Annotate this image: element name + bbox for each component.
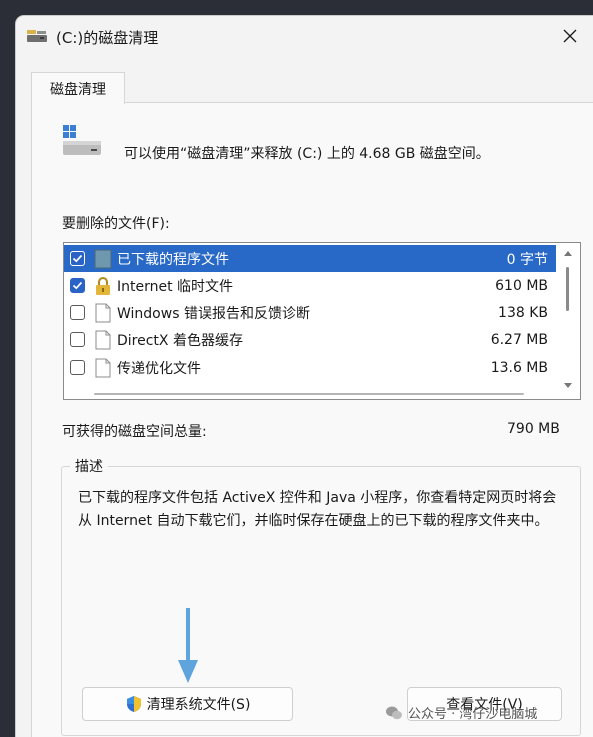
list-item[interactable]: 传递优化文件 13.6 MB bbox=[64, 354, 556, 381]
window-title: (C:)的磁盘清理 bbox=[56, 29, 159, 47]
list-item[interactable]: DirectX 着色器缓存 6.27 MB bbox=[64, 326, 556, 353]
item-size: 6.27 MB bbox=[490, 331, 548, 348]
item-name: Windows 错误报告和反馈诊断 bbox=[117, 305, 310, 322]
intro-text: 可以使用“磁盘清理”来释放 (C:) 上的 4.68 GB 磁盘空间。 bbox=[124, 146, 490, 162]
scroll-up-arrow-icon[interactable] bbox=[564, 251, 572, 256]
tab-disk-cleanup[interactable]: 磁盘清理 bbox=[31, 72, 125, 104]
close-button[interactable] bbox=[547, 16, 593, 56]
scroll-thumb[interactable] bbox=[566, 267, 569, 311]
files-to-delete-list[interactable]: 已下载的程序文件 0 字节 Internet 临时文件 610 MB Windo… bbox=[63, 242, 581, 400]
horizontal-scrollbar[interactable] bbox=[64, 389, 556, 399]
tab-panel: 可以使用“磁盘清理”来释放 (C:) 上的 4.68 GB 磁盘空间。 要删除的… bbox=[31, 102, 593, 737]
files-to-delete-label: 要删除的文件(F): bbox=[62, 216, 170, 232]
checkmark-icon bbox=[72, 254, 83, 263]
scroll-down-arrow-icon[interactable] bbox=[564, 383, 572, 388]
item-name: 传递优化文件 bbox=[117, 360, 201, 377]
cleanup-system-files-label: 清理系统文件(S) bbox=[146, 697, 251, 713]
file-icon bbox=[95, 358, 111, 377]
list-item[interactable]: Internet 临时文件 610 MB bbox=[64, 272, 556, 299]
file-icon bbox=[95, 330, 111, 349]
item-size: 0 字节 bbox=[506, 251, 548, 268]
uac-shield-icon bbox=[126, 696, 141, 712]
checkbox[interactable] bbox=[70, 278, 85, 293]
item-name: Internet 临时文件 bbox=[117, 278, 234, 295]
watermark-text: 公众号 · 湾仔沙电脑城 bbox=[408, 707, 538, 722]
item-size: 13.6 MB bbox=[490, 359, 548, 376]
checkmark-icon bbox=[72, 281, 83, 290]
title-bar[interactable]: (C:)的磁盘清理 bbox=[16, 16, 593, 56]
close-icon bbox=[563, 29, 577, 43]
list-item[interactable]: Windows 错误报告和反馈诊断 138 KB bbox=[64, 299, 556, 326]
item-size: 138 KB bbox=[498, 304, 548, 321]
wechat-icon bbox=[386, 706, 402, 719]
description-legend: 描述 bbox=[70, 456, 108, 476]
horizontal-scroll-thumb[interactable] bbox=[94, 393, 524, 395]
checkbox[interactable] bbox=[70, 305, 85, 320]
item-name: 已下载的程序文件 bbox=[117, 251, 229, 268]
drive-icon bbox=[63, 125, 101, 155]
watermark: 公众号 · 湾仔沙电脑城 bbox=[385, 703, 537, 722]
description-text: 已下载的程序文件包括 ActiveX 控件和 Java 小程序，你查看特定网页时… bbox=[78, 490, 557, 529]
lock-icon bbox=[96, 276, 110, 295]
disk-cleanup-icon bbox=[27, 30, 47, 42]
vertical-scrollbar[interactable] bbox=[558, 243, 580, 399]
cleanup-system-files-button[interactable]: 清理系统文件(S) bbox=[82, 687, 293, 721]
checkbox[interactable] bbox=[70, 360, 85, 375]
disk-cleanup-window: (C:)的磁盘清理 磁盘清理 可以使用“磁盘清理”来释放 (C:) 上的 4.6… bbox=[16, 16, 593, 737]
checkbox[interactable] bbox=[70, 251, 85, 266]
item-size: 610 MB bbox=[495, 277, 548, 294]
tab-label: 磁盘清理 bbox=[50, 81, 106, 98]
folder-icon bbox=[94, 249, 112, 268]
list-item[interactable]: 已下载的程序文件 0 字节 bbox=[64, 245, 556, 272]
down-arrow-icon bbox=[178, 608, 198, 683]
total-space-label: 可获得的磁盘空间总量: bbox=[62, 424, 207, 440]
checkbox[interactable] bbox=[70, 332, 85, 347]
total-space-value: 790 MB bbox=[507, 421, 560, 437]
file-icon bbox=[95, 303, 111, 322]
item-name: DirectX 着色器缓存 bbox=[117, 332, 243, 349]
